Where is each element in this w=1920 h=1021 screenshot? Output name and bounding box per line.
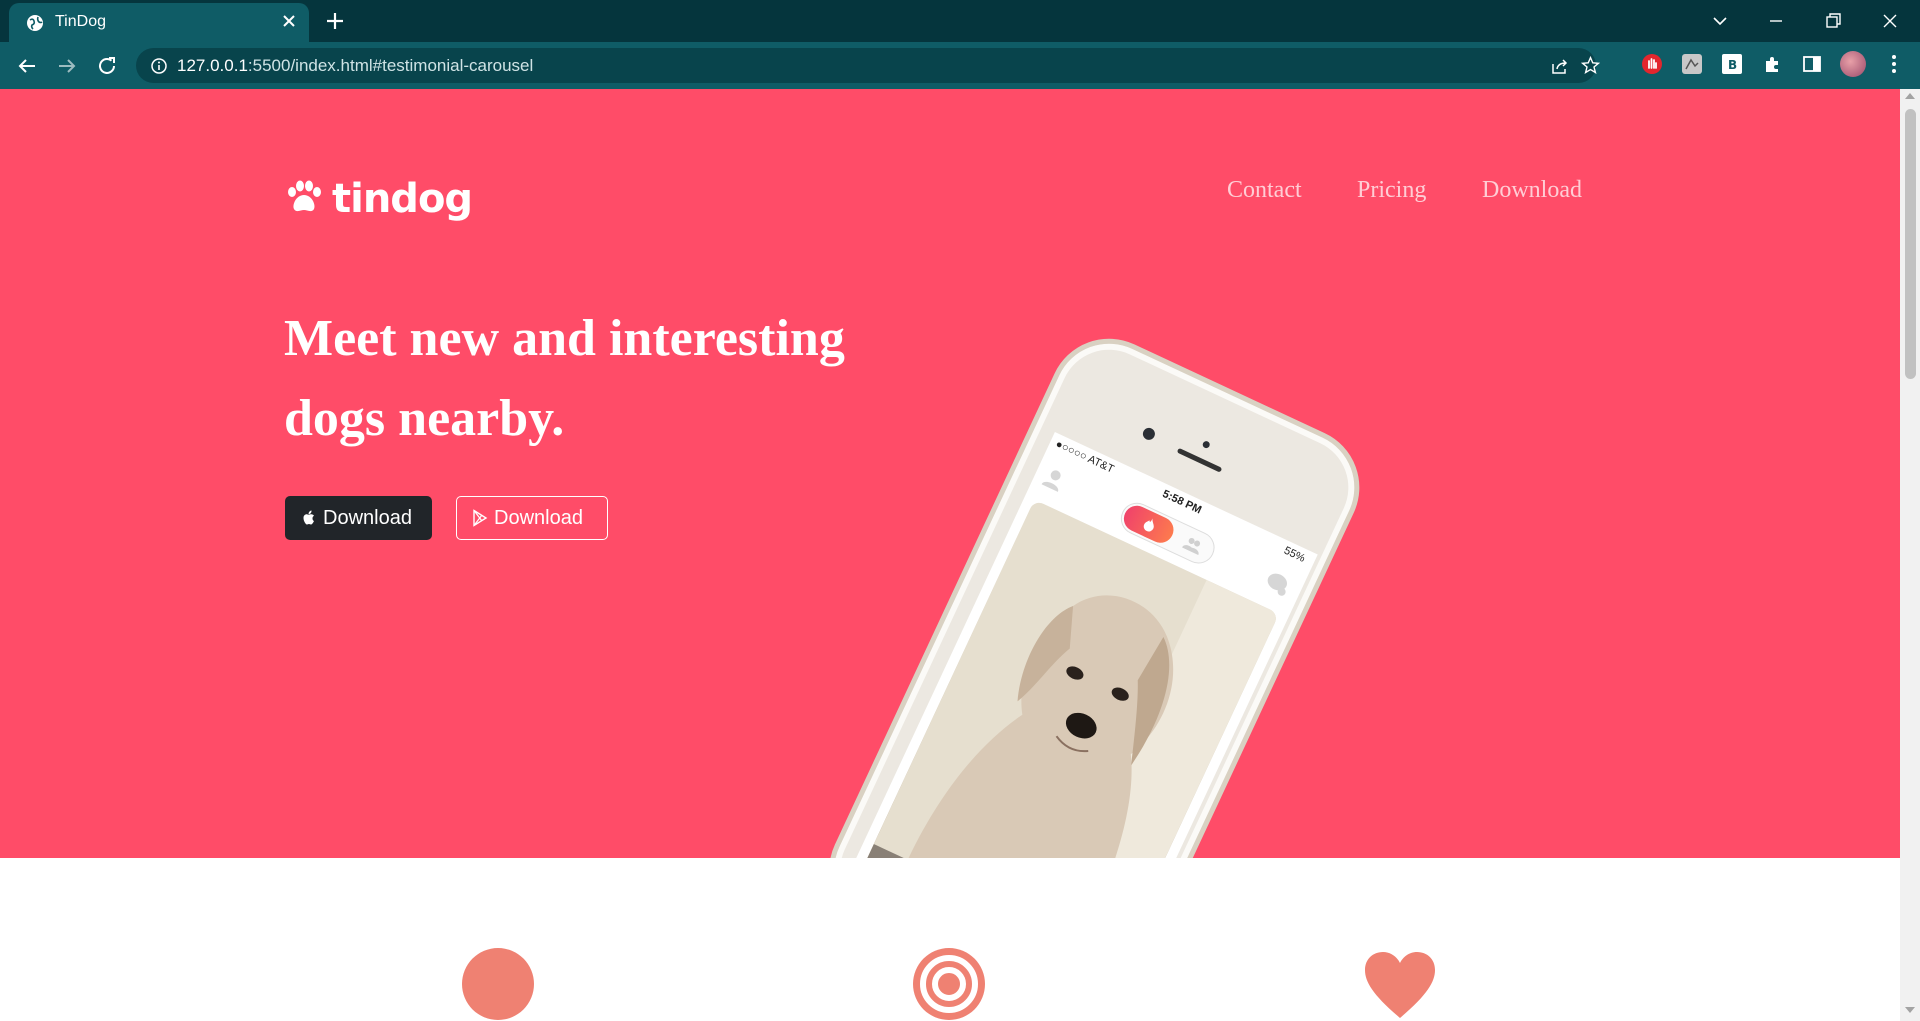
target-rings bbox=[920, 955, 978, 1013]
nav-download-link[interactable]: Download bbox=[1482, 177, 1582, 204]
apple-download-label: Download bbox=[323, 506, 412, 529]
image-extension-icon[interactable] bbox=[1681, 53, 1703, 75]
paw-icon bbox=[288, 180, 321, 212]
nav-pricing-link[interactable]: Pricing bbox=[1357, 177, 1426, 204]
url-text[interactable]: 127.0.0.1:5500/index.html#testimonial-ca… bbox=[177, 56, 533, 76]
star-icon[interactable] bbox=[1580, 55, 1601, 76]
people-icon bbox=[1181, 537, 1201, 556]
forward-icon[interactable] bbox=[55, 54, 79, 78]
bootstrap-extension-icon[interactable]: B bbox=[1721, 53, 1743, 75]
restore-icon[interactable] bbox=[1820, 8, 1846, 34]
chat-icon bbox=[1267, 573, 1287, 596]
battery-text: 55% bbox=[1281, 544, 1307, 565]
features-section bbox=[0, 858, 1900, 1021]
back-icon[interactable] bbox=[15, 54, 39, 78]
adblock-extension-icon[interactable] bbox=[1641, 53, 1663, 75]
close-icon[interactable] bbox=[279, 11, 299, 31]
page-viewport: tindog Contact Pricing Download Meet new… bbox=[0, 89, 1920, 1021]
phone-sensor bbox=[1201, 439, 1211, 450]
share-icon[interactable] bbox=[1550, 56, 1570, 76]
phone-speaker bbox=[1176, 447, 1223, 473]
scroll-thumb[interactable] bbox=[1905, 109, 1916, 379]
reload-icon[interactable] bbox=[95, 54, 119, 78]
info-icon[interactable] bbox=[150, 57, 168, 75]
chevron-down-icon[interactable] bbox=[1707, 8, 1733, 34]
kebab-menu-icon[interactable] bbox=[1883, 53, 1905, 75]
heart-icon bbox=[1365, 952, 1435, 1018]
scroll-down-arrow[interactable] bbox=[1905, 1007, 1915, 1013]
flame-icon bbox=[1143, 518, 1154, 532]
browser-tab[interactable]: TinDog bbox=[9, 3, 309, 42]
page-scrollbar[interactable] bbox=[1900, 89, 1920, 1021]
apple-download-button[interactable]: Download bbox=[285, 496, 432, 540]
plus-icon[interactable] bbox=[324, 10, 346, 32]
apple-icon bbox=[303, 510, 314, 525]
puzzle-icon[interactable] bbox=[1761, 53, 1783, 75]
play-download-label: Download bbox=[494, 506, 583, 529]
avatar[interactable] bbox=[1840, 51, 1866, 77]
address-bar[interactable]: 127.0.0.1:5500/index.html#testimonial-ca… bbox=[136, 48, 1601, 83]
scroll-up-arrow[interactable] bbox=[1905, 93, 1915, 99]
browser-tab-strip: TinDog bbox=[0, 0, 1920, 42]
phone-camera bbox=[1140, 425, 1157, 442]
browser-toolbar: 127.0.0.1:5500/index.html#testimonial-ca… bbox=[0, 42, 1920, 89]
check-icon bbox=[462, 948, 534, 1020]
hero-section: tindog Contact Pricing Download Meet new… bbox=[0, 89, 1900, 858]
tab-title: TinDog bbox=[55, 13, 106, 30]
play-download-button[interactable]: Download bbox=[456, 496, 608, 540]
toggle-active bbox=[1119, 501, 1178, 548]
minimize-icon[interactable] bbox=[1763, 8, 1789, 34]
target-icon bbox=[913, 948, 985, 1020]
sidebar-icon[interactable] bbox=[1801, 53, 1823, 75]
profile-icon bbox=[1041, 470, 1061, 492]
phone-screen: ●○○○○ AT&T 5:58 PM 55% bbox=[839, 431, 1318, 858]
google-play-icon bbox=[473, 509, 488, 527]
close-window-icon[interactable] bbox=[1877, 8, 1903, 34]
brand-logo[interactable]: tindog bbox=[284, 169, 473, 229]
globe-icon bbox=[27, 15, 43, 31]
hero-headline: Meet new and interesting dogs nearby. bbox=[284, 310, 845, 447]
brand-name: tindog bbox=[332, 176, 473, 222]
nav-contact-link[interactable]: Contact bbox=[1227, 177, 1302, 204]
svg-text:B: B bbox=[1728, 58, 1737, 72]
